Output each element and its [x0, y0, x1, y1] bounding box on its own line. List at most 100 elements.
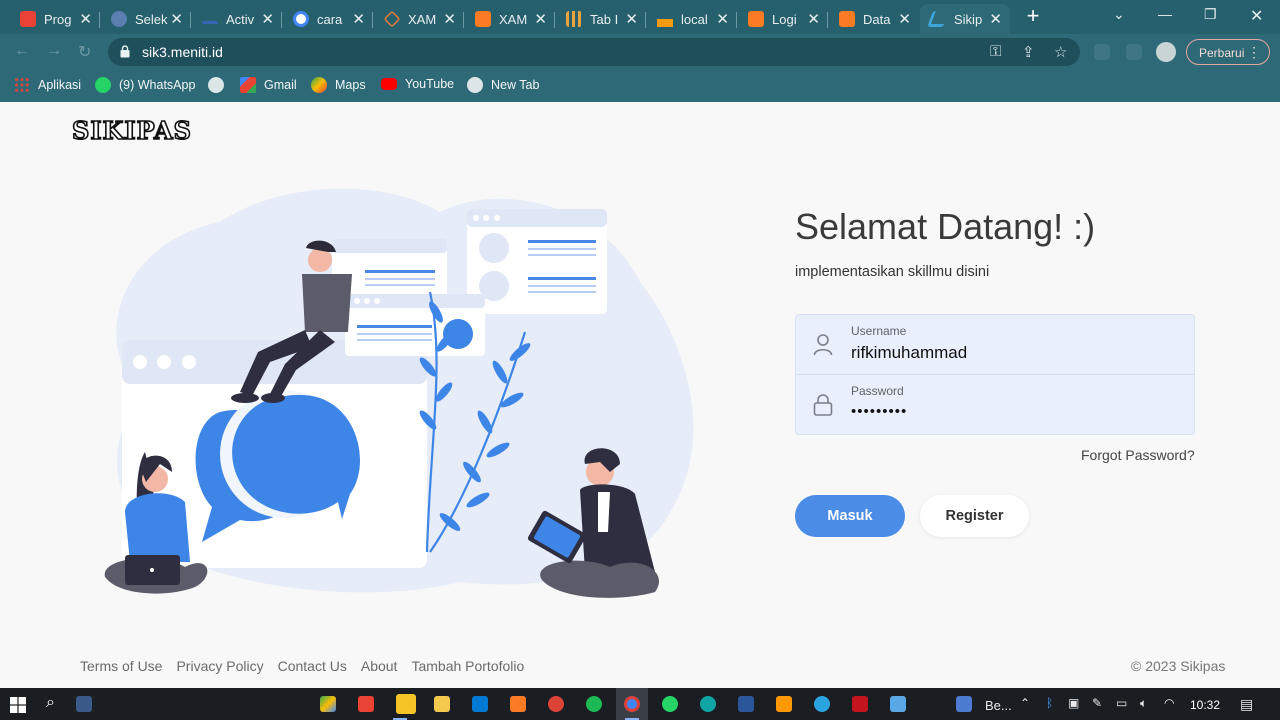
reload-icon[interactable]: ↻: [78, 42, 91, 62]
footer-link-contact[interactable]: Contact Us: [278, 658, 347, 674]
footer-link-tambah-portofolio[interactable]: Tambah Portofolio: [411, 658, 524, 674]
close-tab-icon[interactable]: ✕: [352, 10, 365, 28]
close-tab-icon[interactable]: ✕: [807, 10, 820, 28]
forward-arrow-icon[interactable]: →: [46, 42, 62, 60]
news-widget-icon[interactable]: [956, 696, 972, 712]
bookmark-aplikasi[interactable]: Aplikasi: [14, 77, 81, 93]
new-tab-plus-icon[interactable]: +: [1022, 5, 1044, 28]
tab-title: Tab I: [590, 11, 619, 27]
browser-tab[interactable]: XAM ✕: [465, 4, 555, 34]
footer-link-privacy[interactable]: Privacy Policy: [176, 658, 263, 674]
footer-link-about[interactable]: About: [361, 658, 398, 674]
close-tab-icon[interactable]: ✕: [625, 10, 638, 28]
sublime-icon[interactable]: [776, 696, 792, 712]
register-button[interactable]: Register: [920, 495, 1029, 537]
close-tab-icon[interactable]: ✕: [443, 10, 456, 28]
url-text[interactable]: sik3.meniti.id: [142, 44, 223, 60]
close-tab-icon[interactable]: ✕: [898, 10, 911, 28]
search-icon[interactable]: ⌕: [46, 694, 55, 712]
spotify-icon[interactable]: [586, 696, 602, 712]
wifi-icon[interactable]: ◠: [1164, 696, 1174, 710]
bookmark-star-icon[interactable]: ☆: [1054, 43, 1067, 61]
browser-tab-active[interactable]: Sikip ✕: [920, 4, 1010, 34]
bookmark-whatsapp[interactable]: (9) WhatsApp: [95, 77, 195, 93]
footer-link-terms[interactable]: Terms of Use: [80, 658, 162, 674]
forgot-password-link[interactable]: Forgot Password?: [1081, 447, 1195, 463]
clock[interactable]: 10:32: [1190, 698, 1220, 712]
address-bar[interactable]: sik3.meniti.id ⚿ ⇪ ☆: [108, 38, 1080, 66]
browser-tab[interactable]: cara ✕: [283, 4, 373, 34]
restore-icon[interactable]: ❐: [1204, 6, 1217, 23]
word-icon[interactable]: [738, 696, 754, 712]
bookmark-globe[interactable]: [208, 77, 232, 93]
profile-avatar[interactable]: [1156, 42, 1176, 62]
windows-start-icon[interactable]: [10, 697, 26, 713]
bookmark-label: New Tab: [491, 78, 540, 92]
browser-tab[interactable]: XAM ✕: [374, 4, 464, 34]
browser-tab[interactable]: Data ✕: [829, 4, 919, 34]
update-button[interactable]: Perbarui ⋮: [1186, 39, 1270, 65]
pen-icon[interactable]: ✎: [1092, 696, 1102, 710]
password-field[interactable]: Password •••••••••: [796, 375, 1194, 435]
browser-tab[interactable]: Activ ✕: [192, 4, 282, 34]
share-icon[interactable]: ⇪: [1022, 43, 1035, 61]
news-widget-label[interactable]: Be...: [985, 698, 1012, 713]
bookmark-new-tab[interactable]: New Tab: [467, 77, 539, 93]
gmail-icon[interactable]: [358, 696, 374, 712]
chevron-up-icon[interactable]: ⌃: [1020, 696, 1030, 710]
chrome-icon[interactable]: [548, 696, 564, 712]
close-tab-icon[interactable]: ✕: [534, 10, 547, 28]
file-explorer-icon[interactable]: [434, 696, 450, 712]
reading-list-icon[interactable]: [1126, 44, 1142, 60]
collaboration-illustration: [104, 188, 694, 598]
browser-tab[interactable]: Selek ✕: [101, 4, 191, 34]
gmail-icon: [240, 77, 256, 93]
key-icon[interactable]: ⚿: [990, 43, 1001, 60]
close-tab-icon[interactable]: ✕: [989, 10, 1002, 28]
google-drive-icon[interactable]: [320, 696, 336, 712]
minimize-icon[interactable]: —: [1158, 6, 1172, 22]
back-arrow-icon[interactable]: ←: [14, 42, 30, 60]
app-icon[interactable]: [890, 696, 906, 712]
sticky-notes-icon[interactable]: [396, 694, 416, 714]
extension-puzzle-icon[interactable]: [1094, 44, 1110, 60]
notification-icon[interactable]: ▤: [1240, 696, 1253, 713]
telegram-icon[interactable]: [814, 696, 830, 712]
close-tab-icon[interactable]: ✕: [716, 10, 729, 28]
bluetooth-icon[interactable]: ᛒ: [1046, 696, 1053, 710]
phpmyadmin-icon: [657, 11, 673, 27]
more-menu-icon[interactable]: ⋮: [1247, 44, 1261, 61]
username-field[interactable]: Username: [796, 315, 1194, 375]
password-input[interactable]: •••••••••: [851, 403, 1171, 420]
browser-tab[interactable]: Prog ✕: [10, 4, 100, 34]
close-tab-icon[interactable]: ✕: [79, 10, 92, 28]
edge-icon[interactable]: [700, 696, 716, 712]
youtube-icon: [381, 78, 397, 90]
bookmark-maps[interactable]: Maps: [311, 77, 366, 93]
chrome-active-icon[interactable]: [624, 696, 640, 712]
browser-tab[interactable]: local ✕: [647, 4, 737, 34]
browser-tab[interactable]: Logi ✕: [738, 4, 828, 34]
site-logo[interactable]: SIKIPAS: [71, 115, 192, 146]
xampp-icon[interactable]: [510, 696, 526, 712]
volume-icon[interactable]: 🔈︎: [1140, 696, 1147, 711]
browser-tab[interactable]: Tab I ✕: [556, 4, 646, 34]
login-button[interactable]: Masuk: [795, 495, 905, 537]
lock-icon[interactable]: [120, 45, 130, 58]
task-view-icon[interactable]: [76, 696, 92, 712]
welcome-heading: Selamat Datang! :): [795, 206, 1096, 247]
xampp-icon: [748, 11, 764, 27]
vscode-icon[interactable]: [472, 696, 488, 712]
bookmark-gmail[interactable]: Gmail: [240, 77, 297, 93]
whatsapp-icon[interactable]: [662, 696, 678, 712]
close-tab-icon[interactable]: ✕: [170, 10, 183, 28]
tray-app-icon[interactable]: ▣: [1068, 696, 1079, 710]
password-label: Password: [851, 384, 904, 398]
close-tab-icon[interactable]: ✕: [261, 10, 274, 28]
username-input[interactable]: [851, 343, 1171, 363]
tab-search-chevron-icon[interactable]: ⌄: [1113, 6, 1125, 23]
bookmark-youtube[interactable]: YouTube: [381, 77, 454, 91]
close-window-icon[interactable]: ✕: [1250, 6, 1263, 26]
battery-icon[interactable]: ▭: [1116, 696, 1127, 710]
mcafee-icon[interactable]: [852, 696, 868, 712]
